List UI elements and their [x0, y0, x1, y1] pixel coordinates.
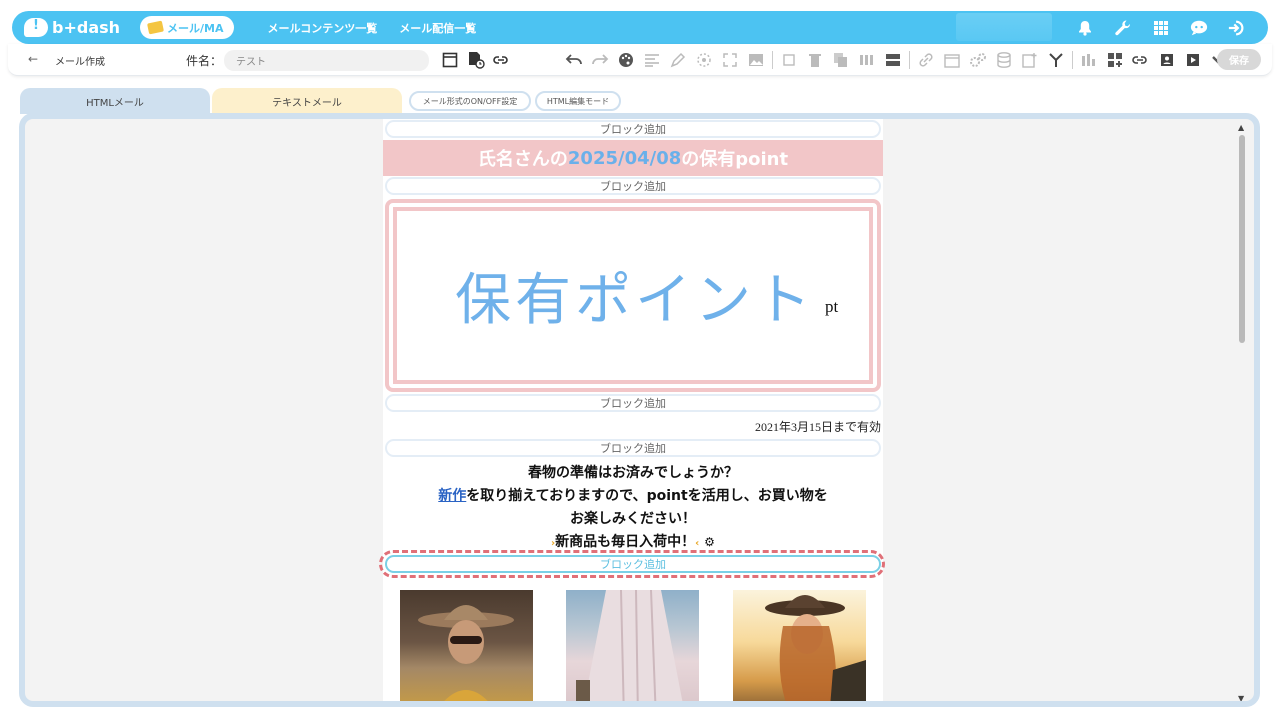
add-note-icon[interactable]	[1020, 50, 1040, 70]
points-banner[interactable]: 氏名さんの 2025/04/08 の保有point	[383, 140, 883, 176]
scroll-down-icon[interactable]: ▼	[1238, 694, 1244, 701]
banner-suffix: の保有point	[681, 149, 789, 170]
message-block[interactable]: 春物の準備はお済みでしょうか？ 新作を取り揃えておりますので、pointを活用し…	[383, 462, 883, 555]
logout-icon[interactable]	[1228, 19, 1246, 37]
breadcrumb: メール作成	[55, 57, 105, 68]
module-label: メール/MA	[167, 21, 224, 35]
message-line-1: 春物の準備はお済みでしょうか？	[528, 465, 738, 481]
bar-chart-icon[interactable]	[1079, 50, 1099, 70]
scroll-up-icon[interactable]: ▲	[1238, 123, 1244, 132]
text-align-icon[interactable]	[642, 50, 662, 70]
logo-bubble-icon	[24, 18, 48, 37]
banner-prefix: 氏名さんの	[477, 149, 568, 170]
back-arrow-icon[interactable]: ←	[28, 52, 38, 66]
product-photo-1[interactable]	[400, 590, 533, 701]
point-heading: 保有ポイント	[455, 268, 815, 333]
calendar-icon[interactable]	[942, 50, 962, 70]
email-canvas: ブロック追加 氏名さんの 2025/04/08 の保有point ブロック追加 保有…	[379, 119, 885, 701]
app-root: b+dash メール/MA メールコンテンツ一覧 メール配信一覧	[0, 0, 1280, 720]
top-nav: b+dash メール/MA メールコンテンツ一覧 メール配信一覧	[12, 11, 1268, 44]
nav-link-mail-delivery[interactable]: メール配信一覧	[399, 20, 476, 36]
html-edit-mode-button[interactable]: HTML編集モード	[535, 91, 621, 111]
editor-toolbar: ← メール作成 件名： テスト 保存	[8, 44, 1272, 76]
message-line-2: 新作を取り揃えておりますので、pointを活用し、お買い物を	[383, 485, 883, 508]
undo-icon[interactable]	[564, 50, 584, 70]
toolbar-icons	[440, 50, 1235, 70]
trash-icon[interactable]	[805, 50, 825, 70]
save-button[interactable]: 保存	[1217, 49, 1261, 70]
message-line-3: お楽しみください！	[570, 511, 696, 527]
redo-icon[interactable]	[590, 50, 610, 70]
columns-icon[interactable]	[857, 50, 877, 70]
palette-icon[interactable]	[616, 50, 636, 70]
logo[interactable]: b+dash	[24, 18, 120, 37]
message-line-4-text: 新商品も毎日入荷中！	[555, 534, 696, 550]
bell-icon[interactable]	[1076, 19, 1094, 37]
gears-icon[interactable]	[968, 50, 988, 70]
nav-link-mail-contents[interactable]: メールコンテンツ一覧	[268, 20, 378, 36]
tab-html-mail[interactable]: HTMLメール	[20, 88, 210, 114]
editor-scrollbar[interactable]: ▲ ▼	[1237, 123, 1247, 701]
module-mail-ma-button[interactable]: メール/MA	[140, 16, 234, 39]
duplicate-icon[interactable]	[831, 50, 851, 70]
contact-card-icon[interactable]	[1157, 50, 1177, 70]
add-widget-icon[interactable]	[1105, 50, 1125, 70]
add-block-button[interactable]: ブロック追加	[385, 439, 881, 457]
account-area-blurred[interactable]	[956, 13, 1052, 41]
toolbar-separator	[909, 51, 910, 69]
mail-format-toggle-button[interactable]: メール形式のON/OFF設定	[409, 91, 531, 111]
add-block-button[interactable]: ブロック追加	[385, 120, 881, 138]
block-copy-icon[interactable]	[779, 50, 799, 70]
add-block-button-highlighted[interactable]: ブロック追加	[385, 555, 881, 573]
nav-icon-group	[1076, 11, 1246, 44]
subject-label: 件名：	[186, 54, 223, 68]
sparkle-right-icon: ‹	[695, 538, 700, 549]
preview-window-icon[interactable]	[440, 50, 460, 70]
logo-text: b+dash	[52, 18, 121, 37]
subject-input[interactable]	[224, 50, 429, 71]
product-photo-2[interactable]	[566, 590, 699, 701]
product-photo-3[interactable]	[733, 590, 866, 701]
point-unit: pt	[825, 297, 839, 316]
chain-link-icon[interactable]	[916, 50, 936, 70]
grid-apps-icon[interactable]	[1152, 19, 1170, 37]
add-block-button[interactable]: ブロック追加	[385, 394, 881, 412]
gear-icon[interactable]: ⚙	[704, 535, 715, 549]
link-settings-icon[interactable]	[492, 50, 512, 70]
link-settings-icon-2[interactable]	[1131, 50, 1151, 70]
schedule-file-icon[interactable]	[466, 50, 486, 70]
new-items-link[interactable]: 新作	[438, 488, 466, 504]
wrench-icon[interactable]	[1114, 19, 1132, 37]
support-chat-icon[interactable]	[1190, 19, 1208, 37]
editor-frame: ブロック追加 氏名さんの 2025/04/08 の保有point ブロック追加 保有…	[19, 113, 1260, 707]
expiry-text[interactable]: 2021年3月15日まで有効	[755, 418, 881, 435]
image-icon[interactable]	[746, 50, 766, 70]
toolbar-separator	[772, 51, 773, 69]
database-icon[interactable]	[994, 50, 1014, 70]
banner-date: 2025/04/08	[567, 147, 682, 169]
merge-icon[interactable]	[1046, 50, 1066, 70]
rows-icon[interactable]	[883, 50, 903, 70]
tab-text-mail[interactable]: テキストメール	[212, 88, 402, 114]
add-block-highlighted: ブロック追加	[379, 550, 885, 579]
pen-icon[interactable]	[668, 50, 688, 70]
message-line-2-rest: を取り揃えておりますので、pointを活用し、お買い物を	[466, 488, 828, 504]
target-icon[interactable]	[694, 50, 714, 70]
envelope-icon	[147, 20, 165, 35]
scroll-thumb[interactable]	[1239, 135, 1245, 343]
toolbar-separator	[1072, 51, 1073, 69]
add-block-button[interactable]: ブロック追加	[385, 177, 881, 195]
video-play-icon[interactable]	[1183, 50, 1203, 70]
point-block[interactable]: 保有ポイント pt	[385, 199, 881, 392]
fullscreen-icon[interactable]	[720, 50, 740, 70]
